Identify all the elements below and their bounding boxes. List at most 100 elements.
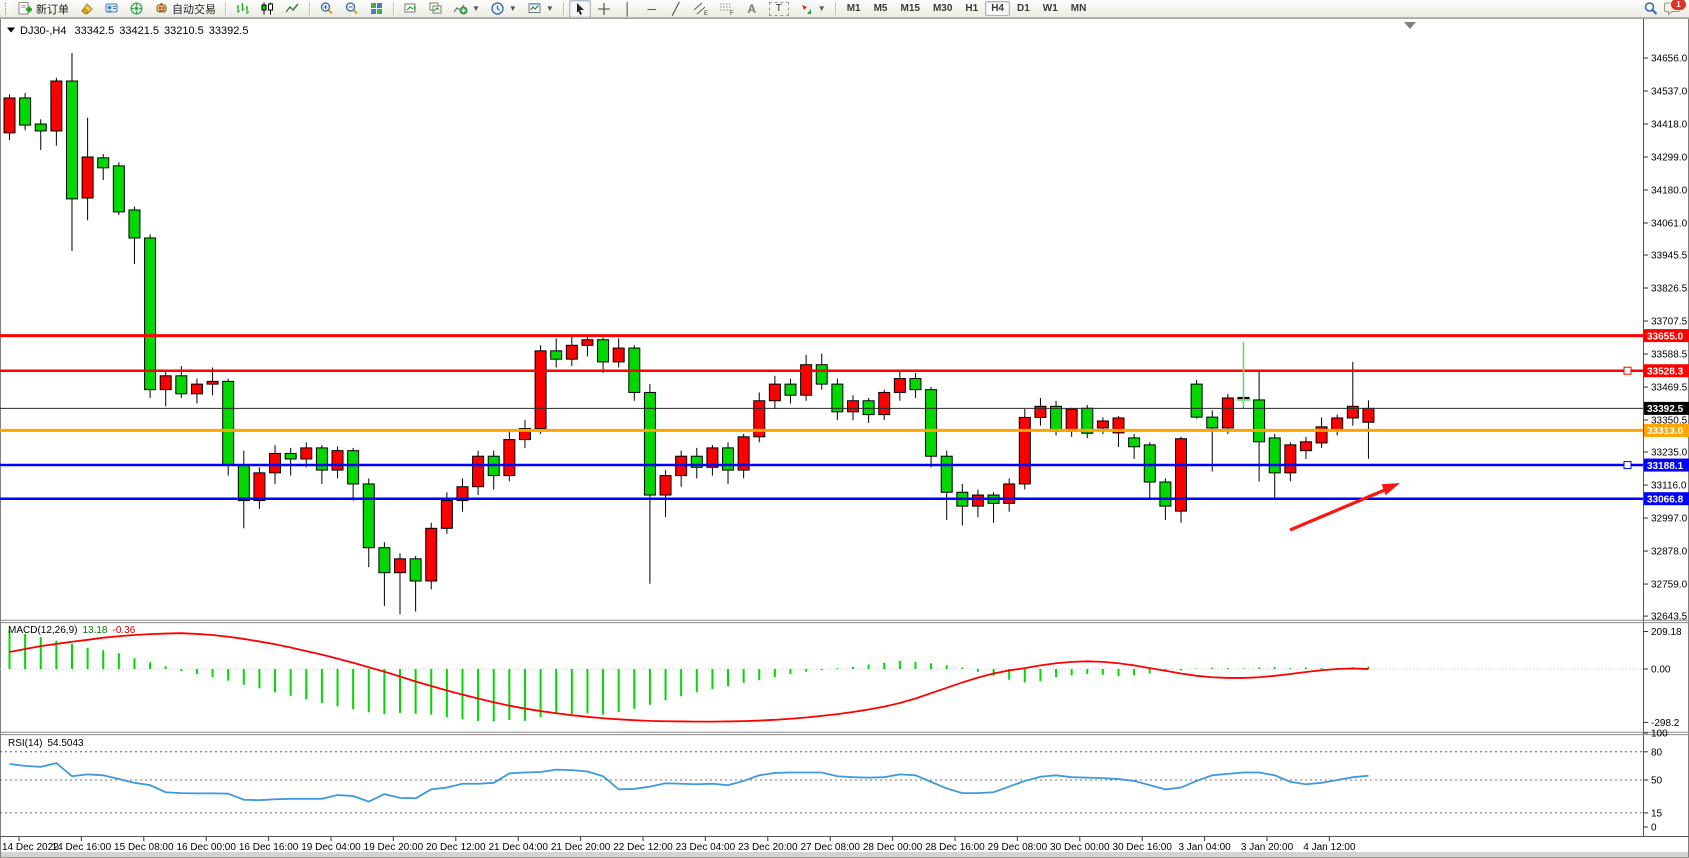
- timeframe-H4[interactable]: H4: [985, 1, 1010, 16]
- line-chart-button[interactable]: [281, 0, 304, 18]
- candle-bear: [723, 448, 734, 470]
- candle-bear: [316, 448, 327, 470]
- candle-bear: [551, 351, 562, 359]
- candle-bull: [769, 384, 780, 401]
- timeframe-W1[interactable]: W1: [1037, 1, 1064, 16]
- new-order-button[interactable]: 新订单: [14, 0, 73, 18]
- timeframe-H1[interactable]: H1: [959, 1, 984, 16]
- timeframe-M15[interactable]: M15: [895, 1, 926, 16]
- candle-bull: [1004, 484, 1015, 503]
- timeframe-D1[interactable]: D1: [1011, 1, 1036, 16]
- line-chart-icon: [285, 1, 300, 16]
- line-price-badge-text: 33528.3: [1647, 367, 1684, 378]
- candle-bear: [910, 379, 921, 390]
- chevron-down-icon: ▼: [818, 4, 826, 13]
- arrows-tool-button[interactable]: ▼: [795, 0, 830, 18]
- bar-chart-button[interactable]: [231, 0, 254, 18]
- periods-icon: [490, 1, 505, 16]
- time-tick-label: 21 Dec 04:00: [488, 842, 548, 853]
- toolbar-grip: [5, 3, 10, 15]
- line-drag-handle[interactable]: [1624, 462, 1631, 469]
- auto-arrange-button[interactable]: [399, 0, 422, 18]
- periods-button[interactable]: ▼: [486, 0, 521, 18]
- search-icon[interactable]: [1643, 1, 1658, 16]
- cascade-windows-button[interactable]: [424, 0, 447, 18]
- price-tick-label: 32878.0: [1651, 547, 1688, 558]
- line-drag-handle[interactable]: [1624, 367, 1631, 374]
- price-tick-label: 32997.0: [1651, 514, 1688, 525]
- fibonacci-icon: F: [719, 1, 735, 16]
- candle-bull: [426, 528, 437, 581]
- time-tick-label: 23 Dec 04:00: [676, 842, 736, 853]
- candle-bull: [504, 440, 515, 476]
- macd-axis-label: -298.2: [1651, 718, 1680, 729]
- zoom-out-icon: [344, 1, 359, 16]
- candle-bear: [223, 381, 234, 464]
- macd-axis-label: 209.18: [1651, 627, 1682, 638]
- time-tick-label: 14 Dec 16:00: [52, 842, 112, 853]
- time-tick-label: 28 Dec 00:00: [863, 842, 923, 853]
- bid-price-badge-text: 33392.5: [1647, 404, 1684, 415]
- timeframe-MN[interactable]: MN: [1065, 1, 1093, 16]
- templates-button[interactable]: ▼: [523, 0, 558, 18]
- candle-bull: [582, 340, 593, 346]
- candle-bear: [863, 401, 874, 415]
- notifications-button[interactable]: 1: [1664, 1, 1682, 16]
- terminal-button[interactable]: [100, 0, 123, 18]
- candlestick-chart-button[interactable]: [256, 0, 279, 18]
- candle-bull: [1300, 442, 1311, 451]
- candle-bull: [1285, 445, 1296, 473]
- rsi-axis-label: 80: [1651, 747, 1663, 758]
- horizontal-line-tool-button[interactable]: ─: [641, 0, 663, 18]
- trendline-tool-button[interactable]: ╱: [665, 0, 687, 18]
- signals-button[interactable]: [125, 0, 148, 18]
- text-label-tool-button[interactable]: T: [765, 0, 793, 18]
- fibonacci-tool-button[interactable]: F: [715, 0, 739, 18]
- time-tick-label: 20 Dec 12:00: [426, 842, 486, 853]
- text-label-icon: T: [769, 2, 789, 16]
- indicators-button[interactable]: ▼: [449, 0, 484, 18]
- candle-bear: [129, 210, 140, 238]
- candle-bear: [1269, 438, 1280, 473]
- candle-bear: [1207, 417, 1218, 428]
- time-tick-label: 19 Dec 04:00: [301, 842, 361, 853]
- candle-bull: [51, 81, 62, 131]
- auto-trading-button[interactable]: 自动交易: [150, 0, 220, 18]
- tile-windows-button[interactable]: [365, 0, 388, 18]
- equidistant-channel-icon: E: [693, 1, 709, 16]
- candle-bear: [816, 365, 827, 384]
- candle-bear: [1254, 400, 1265, 442]
- time-tick-label: 23 Dec 20:00: [738, 842, 798, 853]
- zoom-out-button[interactable]: [340, 0, 363, 18]
- time-tick-label: 15 Dec 08:00: [114, 842, 174, 853]
- text-tool-button[interactable]: A: [741, 0, 763, 18]
- candle-bull: [4, 98, 15, 133]
- timeframe-M30[interactable]: M30: [927, 1, 958, 16]
- time-tick-label: 3 Jan 04:00: [1178, 842, 1231, 853]
- candle-bull: [395, 559, 406, 573]
- price-tick-label: 33235.0: [1651, 448, 1688, 459]
- time-tick-label: 14 Dec 2022: [2, 842, 59, 853]
- timeframe-M5[interactable]: M5: [868, 1, 894, 16]
- crosshair-tool-button[interactable]: [593, 0, 615, 18]
- vertical-line-icon: │: [621, 3, 635, 15]
- market-watch-button[interactable]: [75, 0, 98, 18]
- rsi-axis-label: 50: [1651, 776, 1663, 787]
- price-tick-label: 32759.0: [1651, 580, 1688, 591]
- candle-bear: [35, 124, 46, 131]
- vertical-line-tool-button[interactable]: │: [617, 0, 639, 18]
- cascade-windows-icon: [428, 1, 443, 16]
- zoom-in-button[interactable]: [315, 0, 338, 18]
- timeframe-M1[interactable]: M1: [841, 1, 867, 16]
- equidistant-channel-tool-button[interactable]: E: [689, 0, 713, 18]
- cursor-tool-button[interactable]: [569, 0, 591, 18]
- toolbar-separator: [309, 2, 310, 16]
- candle-bear: [238, 465, 249, 501]
- price-tick-label: 33469.5: [1651, 383, 1688, 394]
- zoom-in-icon: [319, 1, 334, 16]
- svg-text:E: E: [704, 11, 708, 16]
- new-order-icon: [18, 1, 33, 16]
- signals-icon: [129, 1, 144, 16]
- time-tick-label: 22 Dec 12:00: [613, 842, 673, 853]
- candle-bull: [972, 495, 983, 506]
